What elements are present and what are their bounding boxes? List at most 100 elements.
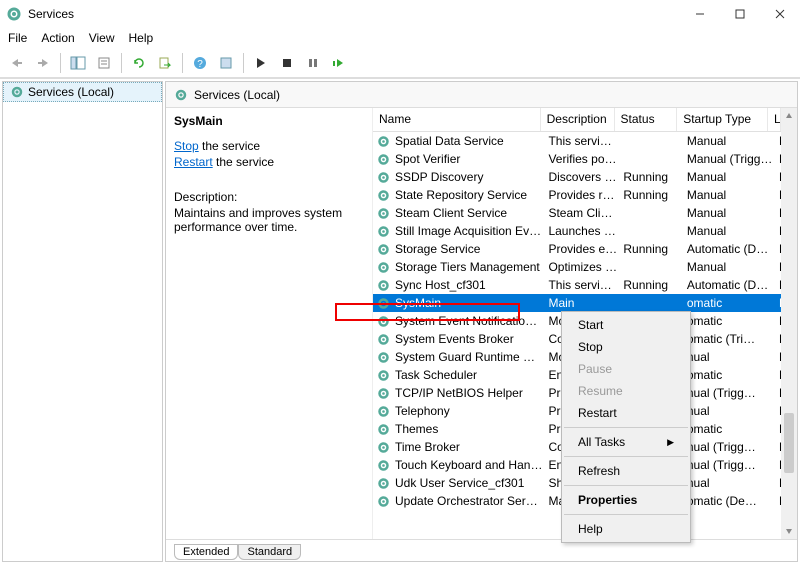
menu-action[interactable]: Action [41,31,74,45]
help-toolbar-button[interactable]: ? [189,52,211,74]
ctx-properties[interactable]: Properties [562,489,690,511]
view-tabs: Extended Standard [166,539,797,561]
tab-standard[interactable]: Standard [238,544,301,560]
cell-desc: This service i.. [544,134,619,148]
ctx-start[interactable]: Start [562,314,690,336]
svg-text:?: ? [197,59,203,70]
vertical-scrollbar[interactable] [781,108,797,539]
gear-icon [375,349,391,365]
description-label: Description: [174,190,364,204]
gear-icon [375,241,391,257]
cell-name: Telephony [391,404,544,418]
gear-icon [375,457,391,473]
service-row[interactable]: Storage Tiers ManagementOptimizes th…Man… [373,258,781,276]
description-text: Maintains and improves system performanc… [174,206,364,234]
col-name[interactable]: Name [373,108,541,131]
cell-name: Udk User Service_cf301 [391,476,544,490]
scroll-down-button[interactable] [781,523,797,539]
stop-service-button[interactable] [276,52,298,74]
scroll-up-button[interactable] [781,108,797,124]
gear-icon [375,223,391,239]
cell-desc: Provides req… [544,188,619,202]
show-hide-tree-button[interactable] [67,52,89,74]
column-headers: Name Description Status Startup Type Log [373,108,781,132]
gear-icon [375,295,391,311]
properties-toolbar-button[interactable] [93,52,115,74]
minimize-button[interactable] [680,0,720,28]
service-row[interactable]: SSDP DiscoveryDiscovers ne…RunningManual… [373,168,781,186]
cell-start: nual [683,350,775,364]
pause-service-button[interactable] [302,52,324,74]
cell-name: Storage Tiers Management [391,260,544,274]
cell-name: Sync Host_cf301 [391,278,544,292]
service-row[interactable]: Storage ServiceProvides ena…RunningAutom… [373,240,781,258]
service-row[interactable]: Spot VerifierVerifies pote…Manual (Trigg… [373,150,781,168]
restart-service-button[interactable] [328,52,350,74]
cell-status: Running [619,278,682,292]
service-row[interactable]: Spatial Data ServiceThis service i..Manu… [373,132,781,150]
col-startup-type[interactable]: Startup Type [677,108,768,131]
scroll-thumb[interactable] [784,413,794,473]
gear-icon [375,151,391,167]
cell-start: Manual [683,206,775,220]
export-list-button[interactable] [154,52,176,74]
cell-start: nual (Trigg… [683,386,775,400]
cell-start: Manual [683,224,775,238]
ctx-all-tasks[interactable]: All Tasks▶ [562,431,690,453]
restart-service-link[interactable]: Restart [174,155,213,169]
col-logon-as[interactable]: Log [768,108,781,131]
ctx-refresh[interactable]: Refresh [562,460,690,482]
gear-icon [375,331,391,347]
close-button[interactable] [760,0,800,28]
window-title: Services [28,7,74,21]
cell-status: Running [619,242,682,256]
start-service-button[interactable] [250,52,272,74]
titlebar: Services [0,0,800,28]
menu-file[interactable]: File [8,31,27,45]
col-description[interactable]: Description [541,108,615,131]
tab-extended[interactable]: Extended [174,544,238,560]
gear-icon [375,403,391,419]
col-status[interactable]: Status [615,108,678,131]
cell-name: Update Orchestrator Service [391,494,544,508]
cell-start: omatic [683,296,775,310]
service-row[interactable]: State Repository ServiceProvides req…Run… [373,186,781,204]
service-row[interactable]: Steam Client ServiceSteam Client…ManualL… [373,204,781,222]
cell-start: Manual [683,170,775,184]
cell-name: Steam Client Service [391,206,544,220]
maximize-button[interactable] [720,0,760,28]
tree-item-label: Services (Local) [28,85,114,99]
ctx-stop[interactable]: Stop [562,336,690,358]
cell-name: SysMain [391,296,544,310]
cell-start: omatic (De… [683,494,775,508]
refresh-button[interactable] [128,52,150,74]
right-pane-title: Services (Local) [194,88,280,102]
service-row[interactable]: Sync Host_cf301This service …RunningAuto… [373,276,781,294]
forward-button[interactable] [32,52,54,74]
menu-view[interactable]: View [89,31,115,45]
cell-start: omatic (Tri… [683,332,775,346]
stop-service-link[interactable]: Stop [174,139,199,153]
right-pane: Services (Local) SysMain Stop the servic… [165,81,798,562]
cell-desc: Main [544,296,619,310]
cell-start: nual [683,476,775,490]
cell-name: Themes [391,422,544,436]
service-row[interactable]: SysMainMainomaticLoc [373,294,781,312]
cell-start: Manual [683,188,775,202]
cell-start: Automatic (De… [683,242,775,256]
gear-icon [375,277,391,293]
back-button[interactable] [6,52,28,74]
cell-start: Manual [683,134,775,148]
cell-name: System Guard Runtime Mon… [391,350,544,364]
menu-help[interactable]: Help [129,31,154,45]
cell-desc: This service … [544,278,619,292]
cell-name: Task Scheduler [391,368,544,382]
ctx-restart[interactable]: Restart [562,402,690,424]
help2-toolbar-button[interactable] [215,52,237,74]
service-row[interactable]: Still Image Acquisition EventsLaunches a… [373,222,781,240]
menubar: File Action View Help [0,28,800,48]
gear-icon [375,367,391,383]
tree-item-services-local[interactable]: Services (Local) [3,82,162,102]
ctx-help[interactable]: Help [562,518,690,540]
cell-name: Storage Service [391,242,544,256]
